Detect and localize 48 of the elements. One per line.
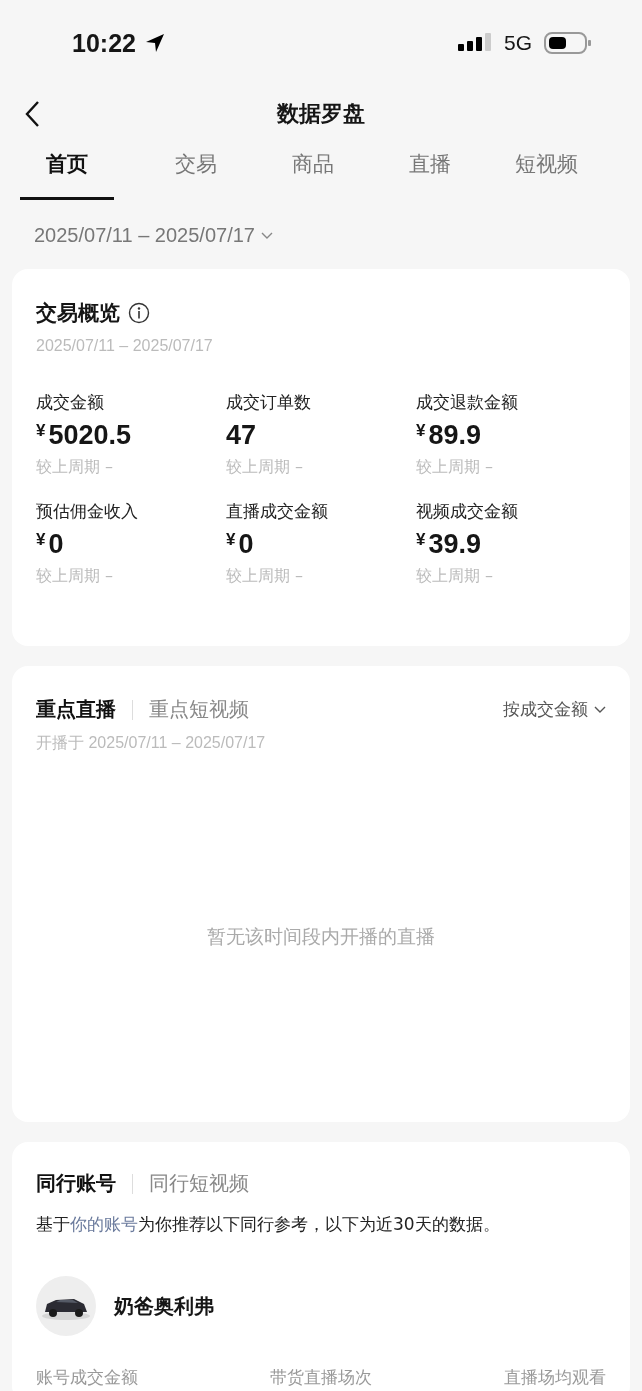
info-icon[interactable] (128, 302, 150, 324)
metric-comparison: 较上周期 – (416, 457, 495, 478)
tab[interactable]: 直播 (371, 142, 488, 200)
date-text: 2025/07/11 – 2025/07/17 (36, 337, 214, 355)
metric-comparison: 较上周期 – (36, 457, 115, 478)
tab[interactable]: 短视频 (488, 142, 605, 200)
sort-dropdown[interactable]: 按成交金额 (503, 698, 606, 721)
column-label: 直播场均观看 (504, 1366, 606, 1389)
metric-label: 直播成交金额 (226, 500, 329, 523)
metric-value: $^{¥}$89.9 (416, 420, 483, 451)
metric-value: 47 (226, 420, 258, 451)
metric-value: $^{¥}$5020.5 (36, 420, 133, 451)
account-link[interactable]: 你的账号 (70, 1214, 138, 1234)
page-title: 数据罗盘 (277, 100, 365, 128)
chevron-down-icon (594, 705, 606, 714)
metric-comparison: 较上周期 – (226, 566, 305, 587)
metric-label: 成交退款金额 (416, 391, 519, 414)
network-label: 5G (504, 31, 532, 55)
description-text: 基于你的账号为你推荐以下同行参考，以下为近30天的数据。 (36, 1213, 501, 1236)
tab[interactable]: 首页 (20, 142, 114, 200)
metric-value: $^{¥}$0 (226, 529, 255, 560)
metric-comparison: 较上周期 – (416, 566, 495, 587)
account-name: 奶爸奥利弗 (114, 1292, 214, 1320)
section-tab[interactable]: 同行短视频 (149, 1170, 249, 1197)
section-tab[interactable]: 同行账号 (36, 1170, 116, 1197)
metric-label: 成交金额 (36, 391, 105, 414)
metric-comparison: 较上周期 – (226, 457, 305, 478)
date-range-dropdown[interactable]: 2025/07/11 – 2025/07/17 (34, 224, 273, 247)
empty-message: 暂无该时间段内开播的直播 (206, 924, 436, 949)
date-text: 开播于 2025/07/11 – 2025/07/17 (36, 733, 267, 753)
chevron-down-icon (260, 231, 273, 240)
tab[interactable]: 交易 (137, 142, 254, 200)
tab[interactable]: 商品 (254, 142, 371, 200)
metric-value: $^{¥}$0 (36, 529, 65, 560)
metric-label: 视频成交金额 (416, 500, 519, 523)
battery-icon (544, 31, 592, 55)
metric-comparison: 较上周期 – (36, 566, 115, 587)
metric-label: 预估佣金收入 (36, 500, 139, 523)
signal-icon (458, 32, 492, 54)
section-tab[interactable]: 重点短视频 (149, 696, 249, 723)
section-title: 交易概览 (36, 300, 120, 327)
column-label: 账号成交金额 (36, 1366, 138, 1389)
back-icon[interactable] (24, 100, 40, 128)
metric-label: 成交订单数 (226, 391, 312, 414)
section-tab[interactable]: 重点直播 (36, 696, 116, 723)
status-time: 10:22 (72, 28, 136, 58)
column-label: 带货直播场次 (270, 1366, 372, 1389)
metric-value: $^{¥}$39.9 (416, 529, 483, 560)
